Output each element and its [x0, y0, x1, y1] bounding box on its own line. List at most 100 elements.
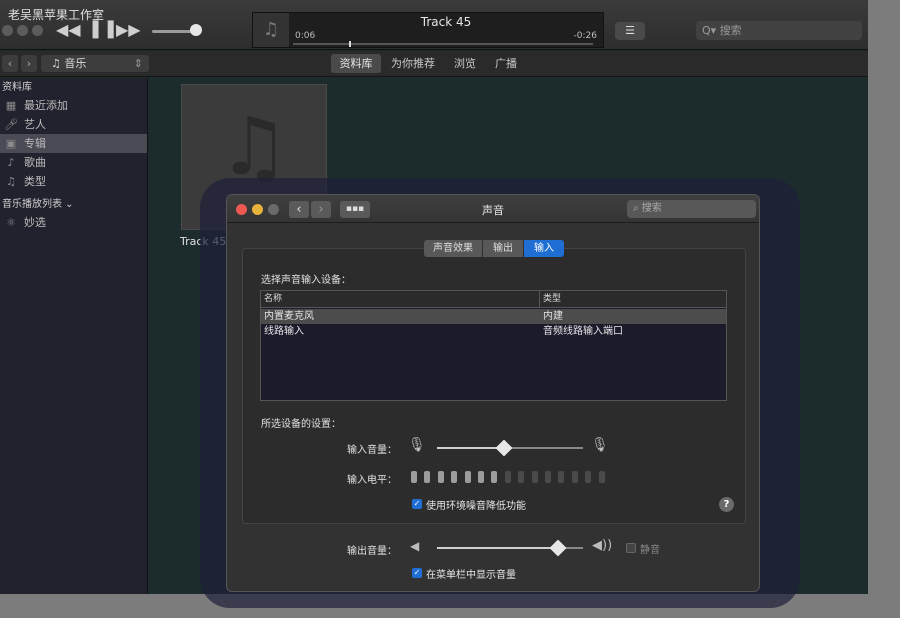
level-segment: [571, 471, 578, 483]
segment-for-you[interactable]: 为你推荐: [387, 54, 439, 73]
microphone-icon: 🎤︎: [4, 118, 18, 131]
sidebar-item-recently-added[interactable]: ▦ 最近添加: [0, 96, 147, 115]
table-row[interactable]: 内置麦克风 内建: [261, 309, 726, 324]
segment-library[interactable]: 资料库: [331, 54, 381, 73]
output-volume-label: 输出音量：: [347, 546, 397, 557]
level-segment: [411, 471, 417, 483]
device-table[interactable]: 名称 类型 内置麦克风 内建 线路输入 音频线路输入端口: [260, 290, 727, 401]
output-volume-fill: [437, 547, 559, 549]
elapsed-time: 0:06: [295, 31, 316, 41]
level-segment: [598, 471, 605, 483]
prefs-search-field[interactable]: ⌕ 搜索: [627, 200, 756, 218]
level-segment: [504, 471, 511, 483]
media-kind-select[interactable]: ♫ 音乐 ⇕: [41, 55, 149, 72]
level-segment: [464, 471, 471, 483]
device-type: 内建: [543, 311, 563, 322]
input-level-label: 输入电平：: [347, 475, 397, 486]
column-divider: [539, 291, 540, 308]
remaining-time: -0:26: [573, 31, 597, 41]
album-icon: ▣: [5, 137, 17, 150]
tab-output[interactable]: 输出: [483, 240, 523, 257]
level-segment: [451, 471, 458, 483]
search-icon: ⌕: [633, 203, 642, 214]
level-segment: [518, 471, 525, 483]
sound-preferences-window: ‹ › ▪▪▪ 声音 ⌕ 搜索 声音效果 输出 输入 选择声音输入设备： 名称 …: [226, 194, 760, 592]
show-volume-in-menubar-label: 在菜单栏中显示音量: [426, 570, 516, 581]
noise-reduction-label: 使用环境噪音降低功能: [426, 501, 526, 512]
output-volume-knob[interactable]: [549, 539, 567, 557]
tab-bar: 声音效果 输出 输入: [227, 240, 759, 257]
microphone-low-icon: 🎙︎: [408, 437, 426, 453]
prefs-titlebar: ‹ › ▪▪▪ 声音 ⌕ 搜索: [227, 195, 759, 223]
playlists-header[interactable]: 音乐播放列表 ⌄: [0, 197, 147, 213]
window-zoom-button[interactable]: [32, 25, 43, 36]
window-close-button[interactable]: [2, 25, 13, 36]
sidebar-item-albums[interactable]: ▣ 专辑: [0, 134, 147, 153]
level-segment: [531, 471, 538, 483]
genius-icon: ⚛: [6, 216, 16, 229]
sidebar-item-label: 妙选: [24, 216, 46, 229]
mute-label: 静音: [640, 545, 660, 556]
level-segment: [478, 471, 484, 483]
search-field[interactable]: Q▾ 搜索: [696, 21, 862, 40]
column-name-header[interactable]: 名称: [264, 291, 282, 308]
grid-icon: ▦: [5, 99, 17, 112]
chevron-down-icon: ⌄: [62, 199, 74, 210]
up-next-button[interactable]: ☰: [615, 22, 645, 40]
level-segment: [545, 471, 551, 483]
search-placeholder: 搜索: [641, 203, 662, 214]
input-volume-fill: [437, 447, 505, 449]
table-row[interactable]: 线路输入 音频线路输入端口: [261, 324, 726, 339]
progress-bar[interactable]: [293, 43, 593, 45]
fast-forward-icon[interactable]: ▶▶: [116, 20, 141, 39]
back-arrow-icon[interactable]: ‹: [2, 55, 18, 72]
sidebar-item-label: 类型: [24, 175, 46, 188]
updown-chevron-icon: ⇕: [133, 57, 143, 70]
sidebar-item-artists[interactable]: 🎤︎ 艺人: [0, 115, 147, 134]
sidebar-item-label: 歌曲: [24, 156, 46, 169]
tab-sound-effects[interactable]: 声音效果: [424, 240, 482, 257]
search-icon: Q▾: [702, 24, 720, 37]
level-segment: [585, 471, 592, 483]
forward-arrow-icon[interactable]: ›: [21, 55, 37, 72]
segment-radio[interactable]: 广播: [488, 54, 524, 73]
level-segment: [558, 471, 565, 483]
sidebar-item-label: 最近添加: [24, 99, 68, 112]
input-volume-label: 输入音量：: [347, 445, 397, 456]
noise-reduction-checkbox[interactable]: ✓: [412, 499, 422, 509]
show-volume-in-menubar-checkbox[interactable]: ✓: [412, 568, 422, 578]
now-playing-display: ♫ Track 45 0:06 -0:26: [252, 12, 604, 48]
sidebar-item-label: 艺人: [24, 118, 46, 131]
help-button[interactable]: ?: [719, 497, 734, 512]
speaker-low-icon: ◀: [410, 539, 420, 553]
sidebar-item-genres[interactable]: ♫ 类型: [0, 172, 147, 191]
music-note-icon: ♫: [51, 57, 65, 70]
device-type: 音频线路输入端口: [543, 326, 623, 337]
choose-device-label: 选择声音输入设备：: [261, 275, 351, 286]
segment-browse[interactable]: 浏览: [447, 54, 483, 73]
playlists-header-label: 音乐播放列表: [2, 199, 62, 210]
sidebar-item-genius[interactable]: ⚛ 妙选: [0, 213, 147, 232]
selected-device-settings-label: 所选设备的设置：: [261, 419, 341, 430]
sidebar-item-label: 专辑: [24, 137, 46, 150]
progress-playhead[interactable]: [349, 41, 351, 47]
speaker-high-icon: ◀)): [592, 538, 613, 553]
window-minimize-button[interactable]: [17, 25, 28, 36]
album-art-icon: ♫: [253, 13, 289, 47]
device-name: 内置麦克风: [264, 311, 314, 322]
note-icon: ♪: [7, 156, 15, 169]
track-title: Track 45: [420, 15, 472, 29]
level-segment: [424, 471, 431, 483]
column-type-header[interactable]: 类型: [543, 291, 561, 308]
genre-icon: ♫: [6, 175, 16, 188]
mute-checkbox[interactable]: [626, 543, 636, 553]
media-kind-label: 音乐: [64, 57, 87, 70]
sidebar: 资料库 ▦ 最近添加 🎤︎ 艺人 ▣ 专辑 ♪ 歌曲 ♫ 类型 音乐播放列表 ⌄ ⚛ 妙选: [0, 78, 148, 594]
tab-input[interactable]: 输入: [524, 240, 564, 257]
sidebar-item-songs[interactable]: ♪ 歌曲: [0, 153, 147, 172]
level-segment: [491, 471, 498, 483]
table-header: 名称 类型: [261, 291, 726, 308]
device-name: 线路输入: [264, 326, 304, 337]
search-placeholder: 搜索: [719, 24, 742, 37]
volume-knob[interactable]: [190, 24, 202, 36]
